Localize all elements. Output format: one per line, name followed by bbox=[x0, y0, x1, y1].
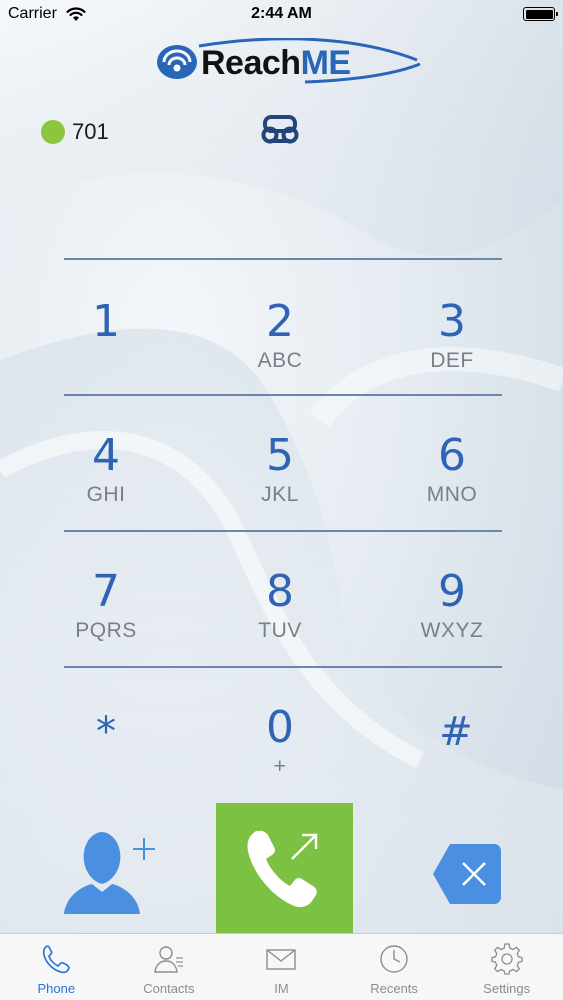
clock-icon bbox=[380, 945, 408, 973]
key-8[interactable]: 8 TUV bbox=[210, 566, 350, 686]
key-5[interactable]: 5 JKL bbox=[210, 430, 350, 550]
tab-contacts[interactable]: Contacts bbox=[113, 934, 226, 1000]
dialed-number-display[interactable] bbox=[64, 200, 502, 258]
tab-label: Settings bbox=[483, 981, 531, 996]
key-digit: 7 bbox=[92, 566, 120, 617]
tab-phone[interactable]: Phone bbox=[0, 934, 113, 1000]
key-digit: * bbox=[96, 709, 116, 755]
key-letters: PQRS bbox=[75, 619, 137, 642]
add-person-icon bbox=[64, 832, 155, 914]
key-digit: 4 bbox=[92, 430, 120, 481]
key-digit: 9 bbox=[438, 566, 466, 617]
divider bbox=[64, 394, 502, 396]
key-letters: TUV bbox=[258, 619, 302, 642]
key-digit: 6 bbox=[438, 430, 466, 481]
key-digit: 1 bbox=[92, 296, 120, 347]
key-letters: GHI bbox=[86, 483, 126, 506]
key-hash[interactable]: # bbox=[386, 704, 526, 824]
key-letters: WXYZ bbox=[420, 619, 484, 642]
key-star[interactable]: * bbox=[36, 704, 176, 824]
tab-bar: Phone Contacts IM Recents Settings bbox=[0, 933, 563, 1000]
key-1[interactable]: 1 bbox=[36, 296, 176, 416]
clock-time: 2:44 AM bbox=[251, 5, 312, 22]
key-7[interactable]: 7 PQRS bbox=[36, 566, 176, 686]
status-bar: Carrier 2:44 AM bbox=[0, 0, 563, 30]
key-digit: 2 bbox=[266, 296, 294, 347]
key-letters: ABC bbox=[257, 349, 303, 372]
key-digit: 5 bbox=[266, 430, 294, 481]
backspace-icon bbox=[433, 844, 501, 904]
key-digit: 0 bbox=[266, 702, 294, 753]
gear-icon bbox=[491, 943, 523, 975]
tab-recents[interactable]: Recents bbox=[338, 934, 451, 1000]
contacts-icon bbox=[154, 946, 183, 973]
divider bbox=[64, 530, 502, 532]
reachme-logo: ReachME bbox=[155, 38, 425, 88]
divider bbox=[64, 666, 502, 668]
key-4[interactable]: 4 GHI bbox=[36, 430, 176, 550]
key-2[interactable]: 2 ABC bbox=[210, 296, 350, 416]
key-letters: MNO bbox=[426, 483, 478, 506]
key-3[interactable]: 3 DEF bbox=[382, 296, 522, 416]
logo-wordmark: ReachME bbox=[201, 44, 351, 83]
tab-im[interactable]: IM bbox=[225, 934, 338, 1000]
tab-settings[interactable]: Settings bbox=[450, 934, 563, 1000]
call-button[interactable] bbox=[216, 803, 353, 933]
key-6[interactable]: 6 MNO bbox=[382, 430, 522, 550]
key-digit: 3 bbox=[438, 296, 466, 347]
envelope-icon bbox=[266, 949, 297, 970]
account-number: 701 bbox=[72, 119, 109, 144]
divider bbox=[64, 258, 502, 260]
add-contact-button[interactable] bbox=[62, 830, 162, 920]
account-status-indicator bbox=[41, 120, 65, 144]
key-digit: 8 bbox=[266, 566, 294, 617]
tab-label: Contacts bbox=[143, 981, 195, 996]
voicemail-icon[interactable] bbox=[259, 113, 301, 145]
tab-label: Recents bbox=[370, 981, 418, 996]
phone-call-icon bbox=[247, 830, 318, 908]
key-letters: JKL bbox=[261, 483, 299, 506]
tab-label: Phone bbox=[37, 981, 76, 996]
backspace-button[interactable] bbox=[432, 842, 502, 906]
battery-icon bbox=[523, 7, 558, 21]
tab-label: IM bbox=[274, 981, 289, 996]
phone-icon bbox=[43, 945, 71, 974]
key-digit: # bbox=[439, 709, 473, 755]
key-letters: DEF bbox=[430, 349, 474, 372]
logo-text-me: ME bbox=[300, 44, 352, 82]
key-letters: + bbox=[273, 755, 287, 778]
logo-text-reach: Reach bbox=[201, 44, 301, 82]
key-9[interactable]: 9 WXYZ bbox=[382, 566, 522, 686]
